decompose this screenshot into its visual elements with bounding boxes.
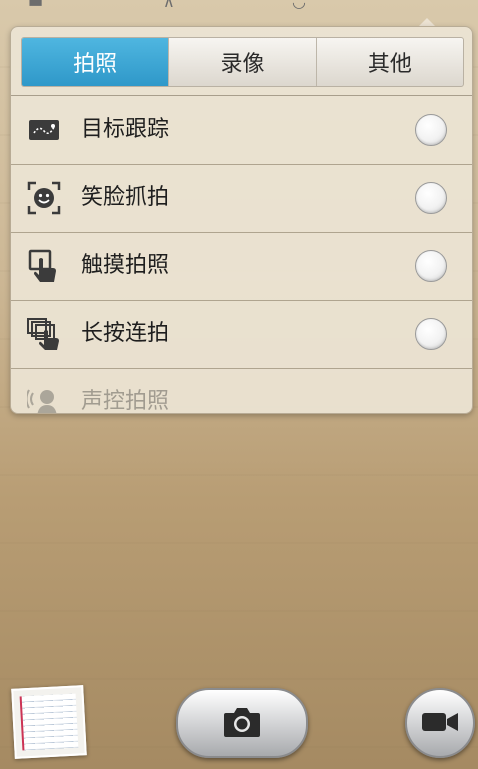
option-label: 触摸拍照: [81, 253, 170, 278]
option-label: 笑脸抓拍: [81, 185, 170, 210]
option-radio[interactable]: [415, 182, 447, 214]
top-toolbar: ▬ ∧ ◡ ⌒: [0, 0, 478, 18]
smile-face-icon: [27, 181, 61, 215]
target-tracking-icon: [29, 120, 59, 140]
option-touch-shoot[interactable]: 触摸拍照: [11, 232, 472, 301]
video-record-button[interactable]: [405, 688, 475, 758]
thumbnail-image: [19, 693, 79, 751]
tab-photo[interactable]: 拍照: [22, 38, 169, 86]
tab-other[interactable]: 其他: [315, 38, 463, 86]
shutter-button[interactable]: [176, 688, 308, 758]
option-voice-control[interactable]: 声控拍照: [11, 368, 472, 414]
option-label: 长按连拍: [81, 321, 170, 346]
burst-shoot-icon: [27, 318, 59, 350]
touch-shoot-icon: [28, 249, 56, 282]
gallery-thumbnail[interactable]: [11, 685, 87, 759]
video-camera-icon: [422, 713, 458, 731]
menu-icon[interactable]: ▬: [28, 0, 43, 10]
option-target-tracking[interactable]: 目标跟踪: [11, 96, 472, 165]
tab-video[interactable]: 录像: [168, 38, 315, 86]
camera-icon: [224, 708, 260, 737]
option-radio[interactable]: [415, 318, 447, 350]
option-smile-capture[interactable]: 笑脸抓拍: [11, 164, 472, 233]
settings-icon[interactable]: ⌒: [427, 0, 443, 10]
shooting-mode-panel: 拍照 录像 其他 目标跟踪 笑脸抓拍 触摸拍照 长按连拍 声控拍照: [10, 26, 473, 414]
mode-icon[interactable]: ∧: [163, 0, 175, 10]
option-label: 目标跟踪: [81, 117, 170, 142]
option-label: 声控拍照: [81, 389, 170, 414]
switch-camera-icon[interactable]: ◡: [292, 0, 306, 10]
mode-tabs: 拍照 录像 其他: [21, 37, 464, 87]
option-radio[interactable]: [415, 250, 447, 282]
voice-control-icon: [27, 389, 57, 413]
option-radio[interactable]: [415, 114, 447, 146]
option-burst-shoot[interactable]: 长按连拍: [11, 300, 472, 369]
